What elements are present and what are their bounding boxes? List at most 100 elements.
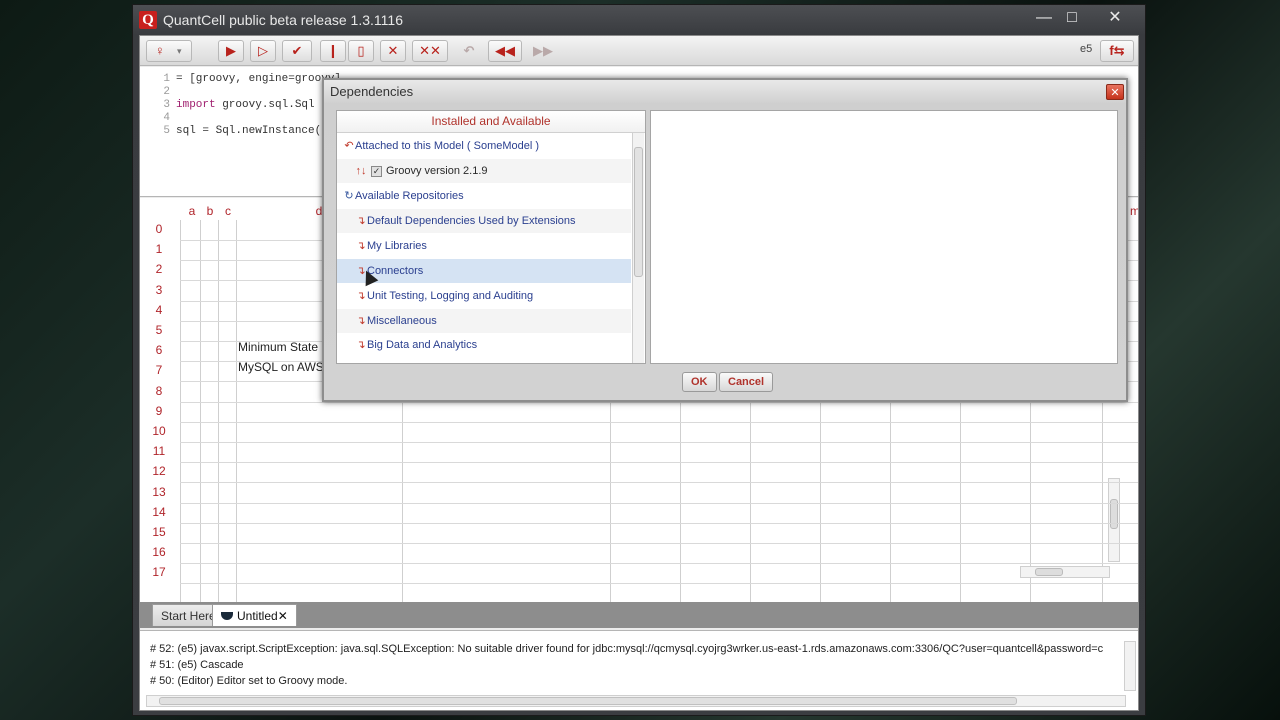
tab-close-icon[interactable]: ✕: [278, 609, 288, 623]
scroll-thumb[interactable]: [159, 697, 1017, 705]
dialog-close-button[interactable]: ✕: [1106, 84, 1124, 100]
user-menu-button[interactable]: ♀ ▾: [146, 40, 192, 62]
tree-vertical-scrollbar[interactable]: [632, 133, 644, 363]
refresh-icon: ↻: [344, 190, 354, 202]
tree-label: Miscellaneous: [367, 315, 437, 327]
row-header[interactable]: 7: [140, 363, 178, 383]
repository-icon: ↴: [356, 240, 366, 252]
column-header-a[interactable]: a: [184, 204, 200, 218]
scroll-thumb[interactable]: [634, 147, 643, 277]
grid-row-line: [180, 421, 1138, 423]
row-header[interactable]: 3: [140, 283, 178, 303]
cancel-dialog-button[interactable]: Cancel: [719, 372, 774, 392]
line-number: 4: [163, 112, 170, 124]
dependency-tree-panel: Installed and Available ↶Attached to thi…: [336, 110, 646, 364]
ok-button[interactable]: OK: [682, 372, 717, 392]
grid-row-line: [180, 583, 1138, 585]
cancel-all-button[interactable]: ✕✕: [412, 40, 448, 62]
tab-bar: Start Here Untitled✕: [140, 602, 1138, 628]
repository-icon: ↴: [356, 215, 366, 227]
stop-button[interactable]: ▯: [348, 40, 374, 62]
console-horizontal-scrollbar[interactable]: [146, 695, 1126, 707]
close-window-button[interactable]: ✕: [1095, 7, 1135, 29]
row-header[interactable]: 14: [140, 505, 178, 525]
row-header[interactable]: 0: [140, 222, 178, 242]
forward-button[interactable]: ▶▶: [526, 40, 560, 62]
row-header[interactable]: 1: [140, 242, 178, 262]
cancel-button[interactable]: ✕: [380, 40, 406, 62]
row-header[interactable]: 2: [140, 262, 178, 282]
run-button[interactable]: ▶: [218, 40, 244, 62]
row-header[interactable]: 10: [140, 424, 178, 444]
groovy-checkbox[interactable]: ✓: [371, 165, 382, 177]
console-log[interactable]: # 52: (e5) javax.script.ScriptException:…: [140, 630, 1138, 710]
tree-label: Default Dependencies Used by Extensions: [367, 215, 576, 227]
row-header[interactable]: 15: [140, 525, 178, 545]
line-number: 1: [163, 73, 170, 85]
code-line[interactable]: import groovy.sql.Sql: [176, 99, 315, 111]
grid-row-line: [180, 462, 1138, 464]
cell-reference: e5: [1080, 43, 1093, 55]
grid-row-line: [180, 563, 1138, 565]
grid-row-line: [180, 442, 1138, 443]
row-header[interactable]: 4: [140, 303, 178, 323]
log-line: # 52: (e5) javax.script.ScriptException:…: [150, 643, 1104, 655]
row-header[interactable]: 16: [140, 545, 178, 565]
grid-row-line: [180, 543, 1138, 544]
repository-icon: ↴: [356, 315, 366, 327]
column-header-c[interactable]: c: [220, 204, 236, 218]
row-header[interactable]: 11: [140, 444, 178, 464]
tree-item-repo[interactable]: ↴Big Data and Analytics: [337, 333, 631, 357]
tree-item-repo-selected[interactable]: ↴Connectors: [337, 259, 631, 283]
tree-label: Big Data and Analytics: [367, 339, 478, 351]
title-bar[interactable]: Q QuantCell public beta release 1.3.1116…: [133, 5, 1145, 35]
maximize-button[interactable]: □: [1055, 7, 1089, 29]
repository-icon: ↴: [356, 339, 366, 351]
tree-item-repo[interactable]: ↴Default Dependencies Used by Extensions: [337, 209, 631, 233]
row-header[interactable]: 8: [140, 384, 178, 404]
dependency-detail-panel: [650, 110, 1118, 364]
tab-untitled[interactable]: Untitled✕: [212, 604, 297, 626]
row-header[interactable]: 5: [140, 323, 178, 343]
tree-label: My Libraries: [367, 240, 427, 252]
toolbar: ♀ ▾ ▶ ▷ ✔ ❙ ▯ ✕ ✕✕ ↶ ◀◀ ▶▶ e5 f⇆: [140, 36, 1138, 66]
line-number: 3: [163, 99, 170, 111]
tree-item-repo[interactable]: ↴Miscellaneous: [337, 309, 631, 333]
row-header[interactable]: 9: [140, 404, 178, 424]
row-header[interactable]: 6: [140, 343, 178, 363]
grid-horizontal-scrollbar[interactable]: [1020, 566, 1110, 578]
window-title: QuantCell public beta release 1.3.1116: [163, 12, 403, 28]
code-line[interactable]: sql = Sql.newInstance(: [176, 125, 321, 137]
console-vertical-scrollbar[interactable]: [1124, 641, 1136, 691]
row-header[interactable]: 17: [140, 565, 178, 585]
row-header[interactable]: 12: [140, 464, 178, 484]
repository-icon: ↴: [356, 290, 366, 302]
log-line: # 50: (Editor) Editor set to Groovy mode…: [150, 675, 348, 687]
step-button[interactable]: ▷: [250, 40, 276, 62]
grid-vertical-scrollbar[interactable]: [1108, 478, 1120, 562]
column-header-fragment[interactable]: m: [1130, 204, 1138, 218]
tree-item-repo[interactable]: ↴Unit Testing, Logging and Auditing: [337, 284, 631, 308]
tree-item-attached[interactable]: ↶Attached to this Model ( SomeModel ): [337, 134, 631, 158]
formula-toggle-button[interactable]: f⇆: [1100, 40, 1134, 62]
scroll-thumb[interactable]: [1035, 568, 1063, 576]
row-header[interactable]: 13: [140, 485, 178, 505]
tree-label: Groovy version 2.1.9: [386, 165, 488, 177]
undo-button[interactable]: ↶: [456, 40, 482, 62]
rewind-button[interactable]: ◀◀: [488, 40, 522, 62]
column-header-b[interactable]: b: [202, 204, 218, 218]
tree-item-repo[interactable]: ↴My Libraries: [337, 234, 631, 258]
reorder-arrows-icon[interactable]: ↑↓: [355, 159, 367, 183]
check-button[interactable]: ✔: [282, 40, 312, 62]
tab-label: Untitled: [237, 609, 278, 623]
pause-button[interactable]: ❙: [320, 40, 346, 62]
line-number: 2: [163, 86, 170, 98]
code-line[interactable]: = [groovy, engine=groovy]: [176, 73, 341, 85]
tree-item-available[interactable]: ↻Available Repositories: [337, 184, 631, 208]
dialog-title: Dependencies: [330, 84, 414, 99]
chevron-down-icon: ▾: [177, 46, 182, 56]
grid-row-line: [180, 522, 1138, 524]
grid-row-line: [180, 482, 1138, 484]
user-icon: ♀: [155, 43, 165, 58]
tree-item-groovy[interactable]: ↑↓ ✓ Groovy version 2.1.9: [337, 159, 631, 183]
